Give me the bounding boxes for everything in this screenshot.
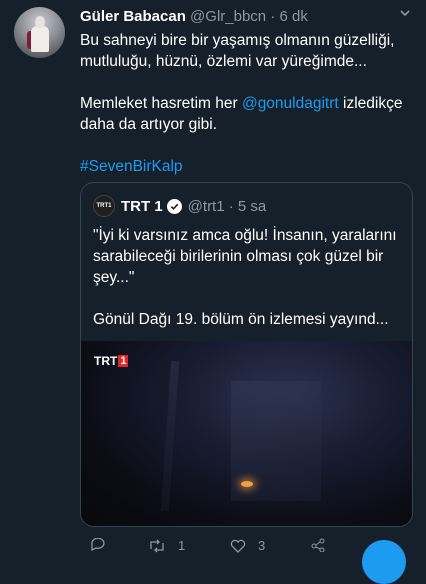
- mention-link[interactable]: @gonuldagitrt: [242, 95, 339, 112]
- trt1-watermark: TRT 1: [94, 354, 129, 368]
- trt1-logo-avatar[interactable]: TRT1: [93, 195, 115, 217]
- video-thumbnail[interactable]: TRT 1: [81, 341, 412, 526]
- quoted-text: "İyi ki varsınız amca oğlu! İnsanın, yar…: [93, 225, 405, 330]
- quoted-header: TRT1 TRT 1 @trt1 · 5 sa: [93, 195, 266, 217]
- tweet-text: Bu sahneyi bire bir yaşamış olmanın güze…: [80, 30, 415, 177]
- hashtag-link[interactable]: #SevenBirKalp: [80, 158, 183, 175]
- tweet-text-line1: Bu sahneyi bire bir yaşamış olmanın güze…: [80, 32, 395, 70]
- tweet-text-prefix: Memleket hasretim her: [80, 95, 242, 112]
- author-name[interactable]: Güler Babacan: [80, 8, 186, 25]
- separator-dot: ·: [224, 197, 238, 215]
- like-button[interactable]: 3: [230, 538, 265, 553]
- quoted-tweet-card[interactable]: TRT1 TRT 1 @trt1 · 5 sa "İyi ki varsınız…: [80, 182, 413, 527]
- quoted-text-quote: "İyi ki varsınız amca oğlu! İnsanın, yar…: [93, 227, 397, 286]
- heart-icon: [230, 539, 246, 553]
- verified-badge-icon: [166, 198, 182, 214]
- tweet-text-line2: Memleket hasretim her @gonuldagitrt izle…: [80, 93, 415, 135]
- separator-dot: ·: [270, 8, 276, 25]
- retweet-icon: [150, 539, 164, 552]
- quoted-handle[interactable]: @trt1: [188, 198, 225, 215]
- more-options-icon[interactable]: [398, 6, 412, 22]
- quoted-author-name[interactable]: TRT 1: [121, 198, 163, 215]
- author-avatar[interactable]: [14, 7, 65, 58]
- quoted-time[interactable]: 5 sa: [238, 198, 266, 215]
- quoted-text-description: Gönül Dağı 19. bölüm ön izlemesi yayınd.…: [93, 311, 389, 328]
- tweet-header: Güler Babacan @Glr_bbcn · 6 dk: [80, 8, 308, 25]
- compose-tweet-button[interactable]: [362, 540, 406, 584]
- author-handle[interactable]: @Glr_bbcn: [190, 8, 266, 25]
- watermark-trt: TRT: [94, 354, 118, 368]
- tweet-time[interactable]: 6 dk: [279, 8, 307, 25]
- retweet-count: 1: [178, 538, 186, 553]
- watermark-1: 1: [118, 355, 129, 367]
- retweet-button[interactable]: 1: [148, 538, 185, 553]
- like-count: 3: [258, 538, 266, 553]
